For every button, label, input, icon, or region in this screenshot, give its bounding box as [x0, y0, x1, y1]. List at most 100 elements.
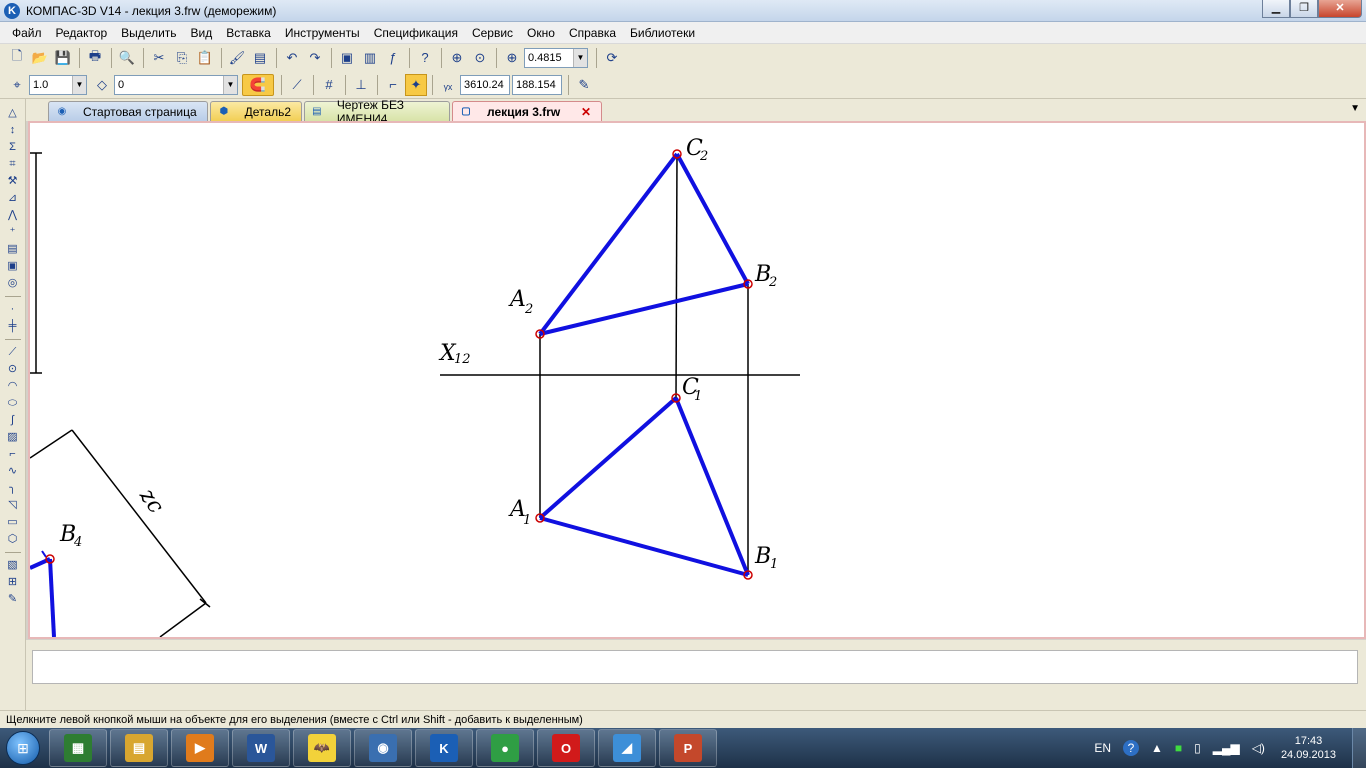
print-icon[interactable]: 🖶	[84, 47, 106, 69]
layer-icon[interactable]: ◇	[91, 74, 113, 96]
taskbar-app-button[interactable]: 🦇	[293, 729, 351, 767]
menu-window[interactable]: Окно	[527, 26, 555, 40]
tab-lecture3[interactable]: ▢ лекция 3.frw ✕	[452, 101, 602, 121]
taskbar-app-button[interactable]: ▦	[49, 729, 107, 767]
ortho-mode-icon[interactable]: ⌐	[382, 74, 404, 96]
tab-detail2[interactable]: ⬢ Деталь2	[210, 101, 302, 121]
variables-icon[interactable]: ƒ	[382, 47, 404, 69]
menu-view[interactable]: Вид	[191, 26, 213, 40]
editing-panel-icon[interactable]: ⌗	[4, 156, 22, 173]
menu-tools[interactable]: Инструменты	[285, 26, 360, 40]
context-help-icon[interactable]: ?	[414, 47, 436, 69]
menu-file[interactable]: Файл	[12, 26, 42, 40]
insert-icon[interactable]: ◎	[4, 275, 22, 292]
drawing-canvas[interactable]: C 2 B 2 A 2 X 12 C 1 A 1 B 1 B 4 zc	[28, 121, 1366, 639]
menu-help[interactable]: Справка	[569, 26, 616, 40]
contour-icon[interactable]: ⊞	[4, 574, 22, 591]
chamfer-icon[interactable]: ◹	[4, 497, 22, 514]
dimensions-panel-icon[interactable]: ↕	[4, 122, 22, 139]
aux-line-icon[interactable]: ╪	[4, 318, 22, 335]
show-desktop-button[interactable]	[1352, 728, 1366, 768]
rectangle-icon[interactable]: ▭	[4, 514, 22, 531]
redo-icon[interactable]: ↷	[304, 47, 326, 69]
local-cs-icon[interactable]: ⊥	[350, 74, 372, 96]
zoom-window-icon[interactable]: ⊕	[446, 47, 468, 69]
copy-icon[interactable]: ⎘	[171, 47, 193, 69]
point-icon[interactable]: ·	[4, 301, 22, 318]
volume-icon[interactable]: ◁)	[1252, 741, 1265, 755]
close-button[interactable]: ✕	[1318, 0, 1362, 18]
cut-icon[interactable]: ✂	[148, 47, 170, 69]
ellipse-icon[interactable]: ⬭	[4, 395, 22, 412]
chevron-down-icon[interactable]: ▼	[72, 75, 86, 94]
menu-insert[interactable]: Вставка	[226, 26, 271, 40]
zoom-dynamic-icon[interactable]: ⊙	[469, 47, 491, 69]
command-line-field[interactable]	[32, 650, 1358, 684]
cursor-step-combo[interactable]: 1.0 ▼	[29, 74, 87, 95]
menu-libraries[interactable]: Библиотеки	[630, 26, 695, 40]
taskbar-app-button[interactable]: O	[537, 729, 595, 767]
orthogonal-icon[interactable]: ⟋	[286, 74, 308, 96]
round-mode-icon[interactable]: ✦	[405, 73, 427, 96]
fragment-icon[interactable]: ▣	[4, 258, 22, 275]
taskbar-app-button[interactable]: K	[415, 729, 473, 767]
close-tab-icon[interactable]: ✕	[581, 105, 591, 119]
taskbar-app-button[interactable]: ▤	[110, 729, 168, 767]
spec-icon[interactable]: ⁺	[4, 224, 22, 241]
language-indicator[interactable]: EN	[1094, 741, 1111, 755]
taskbar-app-button[interactable]: ◢	[598, 729, 656, 767]
parametrization-icon[interactable]: ⚒	[4, 173, 22, 190]
tabs-menu-icon[interactable]: ▼	[1350, 103, 1360, 114]
help-icon[interactable]: ?	[1122, 740, 1139, 756]
brush-icon[interactable]: ✎	[573, 74, 595, 96]
snap-magnet-icon[interactable]: 🧲	[242, 73, 274, 96]
geometry-panel-icon[interactable]: △	[4, 105, 22, 122]
polyline-icon[interactable]: ⌐	[4, 446, 22, 463]
bezier-icon[interactable]: ∿	[4, 463, 22, 480]
menu-specification[interactable]: Спецификация	[374, 26, 458, 40]
start-button[interactable]: ⊞	[0, 728, 46, 768]
select-icon[interactable]: ⋀	[4, 207, 22, 224]
reports-icon[interactable]: ▤	[4, 241, 22, 258]
paste-icon[interactable]: 📋	[194, 47, 216, 69]
save-icon[interactable]: 💾	[52, 47, 74, 69]
minimize-button[interactable]: ▁	[1262, 0, 1290, 18]
fill-icon[interactable]: ▨	[4, 429, 22, 446]
open-icon[interactable]: 📂	[29, 47, 51, 69]
undo-icon[interactable]: ↶	[281, 47, 303, 69]
measure-icon[interactable]: ⊿	[4, 190, 22, 207]
segment-icon[interactable]: ⟋	[4, 344, 22, 361]
circle-icon[interactable]: ⊙	[4, 361, 22, 378]
battery-icon[interactable]: ■	[1175, 741, 1182, 755]
hatch-icon[interactable]: ▧	[4, 557, 22, 574]
network-signal-icon[interactable]: ▂▄▆	[1213, 741, 1240, 755]
step-icon[interactable]: ⌖	[6, 74, 28, 96]
new-document-icon[interactable]: 🗋	[6, 47, 28, 69]
polygon-icon[interactable]: ⬡	[4, 531, 22, 548]
library-icon[interactable]: ▥	[359, 47, 381, 69]
tab-drawing-unnamed[interactable]: ▤ Чертеж БЕЗ ИМЕНИ4	[304, 98, 450, 126]
equidistant-icon[interactable]: ✎	[4, 591, 22, 608]
clock[interactable]: 17:43 24.09.2013	[1281, 734, 1336, 762]
manager-icon[interactable]: ▣	[336, 47, 358, 69]
taskbar-app-button[interactable]: ◉	[354, 729, 412, 767]
device-icon[interactable]: ▯	[1194, 741, 1201, 755]
coord-x-field[interactable]: 3610.24	[460, 74, 510, 95]
layer-combo[interactable]: 0 ▼	[114, 74, 238, 95]
zoom-in-icon[interactable]: ⊕	[501, 47, 523, 69]
format-painter-icon[interactable]: 🖌	[226, 47, 248, 69]
arc-icon[interactable]: ◠	[4, 378, 22, 395]
tab-start-page[interactable]: ◉ Стартовая страница	[48, 101, 208, 121]
coord-y-field[interactable]: 188.154	[512, 74, 562, 95]
menu-select[interactable]: Выделить	[121, 26, 176, 40]
taskbar-app-button[interactable]: P	[659, 729, 717, 767]
grid-icon[interactable]: #	[318, 74, 340, 96]
preview-icon[interactable]: 🔍	[116, 47, 138, 69]
properties-icon[interactable]: ▤	[249, 47, 271, 69]
show-hidden-icons[interactable]: ▲	[1151, 741, 1163, 755]
refresh-icon[interactable]: ⟳	[601, 47, 623, 69]
menu-service[interactable]: Сервис	[472, 26, 513, 40]
fillet-icon[interactable]: ╮	[4, 480, 22, 497]
taskbar-app-button[interactable]: ●	[476, 729, 534, 767]
chevron-down-icon[interactable]: ▼	[573, 48, 587, 67]
